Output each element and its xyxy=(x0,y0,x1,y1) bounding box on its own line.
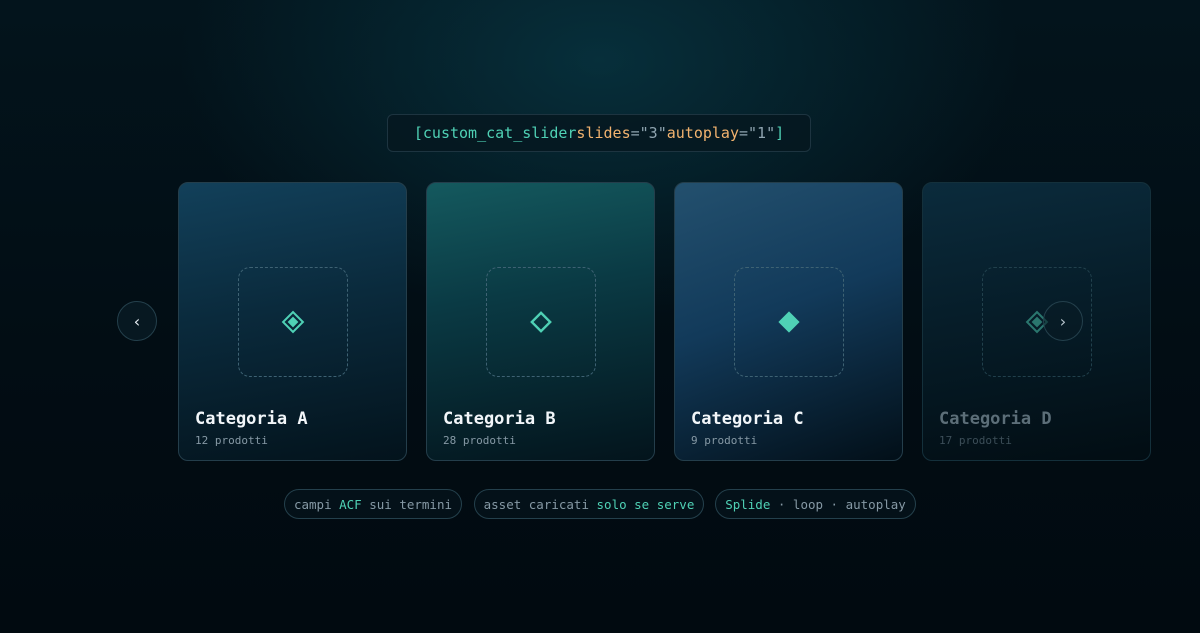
category-product-count: 28 prodotti xyxy=(443,434,516,447)
category-product-count: 9 prodotti xyxy=(691,434,758,447)
pill-text: sui termini xyxy=(361,496,453,512)
shortcode-close-bracket: ] xyxy=(775,124,785,142)
pill-highlight: Splide xyxy=(725,496,771,512)
chevron-right-icon: › xyxy=(1059,311,1067,331)
feature-pill-acf: campi ACF sui termini xyxy=(284,489,462,519)
shortcode-attr-slides-eq: = xyxy=(630,124,640,142)
diamond-solid-icon xyxy=(778,311,800,333)
feature-pill-assets: asset caricati solo se serve xyxy=(474,489,704,519)
pill-text: campi xyxy=(293,496,340,512)
chevron-left-icon: ‹ xyxy=(133,311,141,331)
shortcode-attr-slides-value: "3" xyxy=(639,124,667,142)
shortcode-attr-slides-name: slides xyxy=(576,124,631,142)
feature-pill-splide: Splide · loop · autoplay xyxy=(715,489,916,519)
pill-highlight: ACF xyxy=(339,496,362,512)
category-image-placeholder xyxy=(486,267,596,377)
category-card-b[interactable]: Categoria B 28 prodotti xyxy=(426,182,655,461)
category-image-placeholder xyxy=(734,267,844,377)
category-title: Categoria D xyxy=(939,409,1052,429)
pill-highlight: solo se serve xyxy=(596,496,695,512)
category-card-d[interactable]: Categoria D 17 prodotti xyxy=(922,182,1151,461)
category-card-c[interactable]: Categoria C 9 prodotti xyxy=(674,182,903,461)
diamond-layered-icon xyxy=(281,310,305,334)
category-title: Categoria C xyxy=(691,409,804,429)
slider-next-button[interactable]: › xyxy=(1043,301,1083,341)
pill-text: asset caricati xyxy=(483,496,597,512)
shortcode-open-bracket: [ xyxy=(413,124,423,142)
category-product-count: 12 prodotti xyxy=(195,434,268,447)
category-title: Categoria A xyxy=(195,409,308,429)
category-title: Categoria B xyxy=(443,409,556,429)
category-image-placeholder xyxy=(238,267,348,377)
category-product-count: 17 prodotti xyxy=(939,434,1012,447)
shortcode-tag: custom_cat_slider xyxy=(422,124,577,142)
diamond-outline-icon xyxy=(530,311,552,333)
shortcode-display: [custom_cat_slider slides = "3" autoplay = "… xyxy=(387,114,811,152)
shortcode-attr-autoplay-eq: = xyxy=(738,124,749,142)
shortcode-attr-autoplay-name: autoplay xyxy=(666,124,739,142)
category-card-a[interactable]: Categoria A 12 prodotti xyxy=(178,182,407,461)
pill-text: · loop · autoplay xyxy=(770,496,906,512)
shortcode-attr-autoplay-value: "1" xyxy=(748,124,776,142)
slider-prev-button[interactable]: ‹ xyxy=(117,301,157,341)
